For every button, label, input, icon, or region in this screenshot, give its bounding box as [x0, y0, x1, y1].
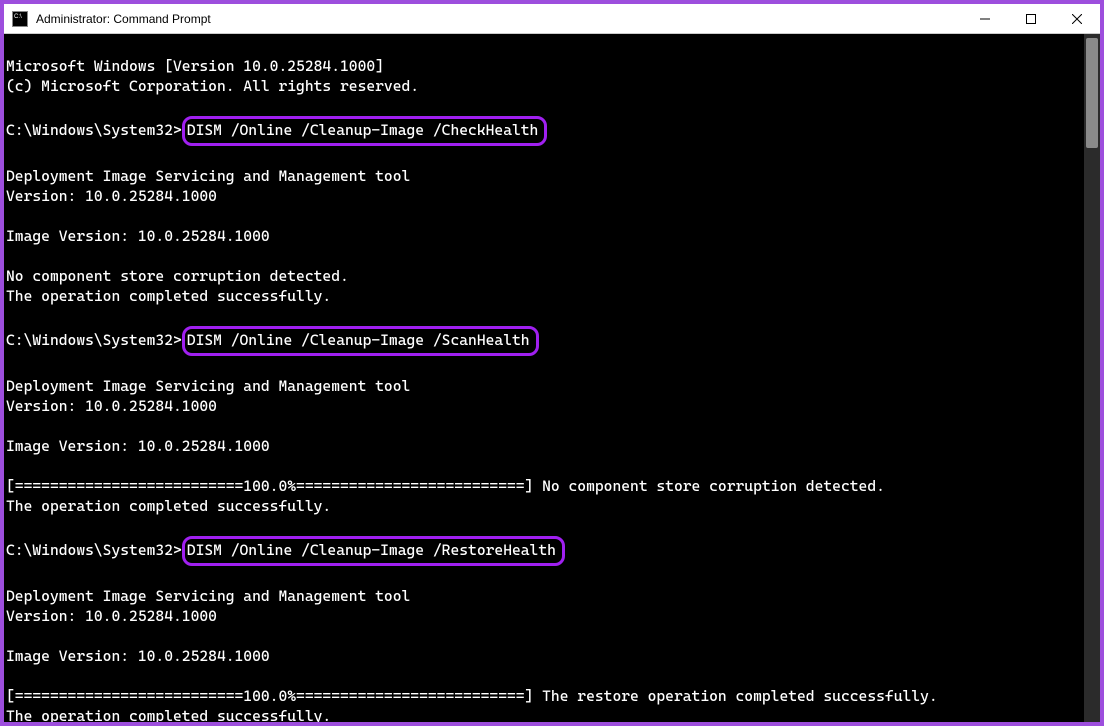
highlight-checkhealth-cmd: DISM /Online /Cleanup-Image /CheckHealth — [182, 116, 548, 146]
vertical-scrollbar[interactable] — [1084, 34, 1100, 722]
restore-progress-line: [==========================100.0%=======… — [6, 687, 938, 705]
scrollbar-thumb[interactable] — [1086, 38, 1098, 148]
cmd-window: Administrator: Command Prompt Microsoft … — [4, 4, 1100, 722]
image-version-line: Image Version: 10.0.25284.1000 — [6, 647, 270, 665]
ms-header-line-2: (c) Microsoft Corporation. All rights re… — [6, 77, 419, 95]
outer-highlight-border: Administrator: Command Prompt Microsoft … — [0, 0, 1104, 726]
scan-progress-line: [==========================100.0%=======… — [6, 477, 885, 495]
dism-version-line: Version: 10.0.25284.1000 — [6, 397, 217, 415]
maximize-button[interactable] — [1008, 4, 1054, 34]
image-version-line: Image Version: 10.0.25284.1000 — [6, 437, 270, 455]
close-button[interactable] — [1054, 4, 1100, 34]
restore-result: The operation completed successfully. — [6, 707, 331, 722]
check-result-2: The operation completed successfully. — [6, 287, 331, 305]
highlight-restorehealth-cmd: DISM /Online /Cleanup-Image /RestoreHeal… — [182, 536, 565, 566]
minimize-icon — [980, 14, 990, 24]
terminal-viewport[interactable]: Microsoft Windows [Version 10.0.25284.10… — [4, 34, 1100, 722]
dism-version-line: Version: 10.0.25284.1000 — [6, 607, 217, 625]
prompt-line-1: C:\Windows\System32>DISM /Online /Cleanu… — [6, 121, 547, 139]
prompt-line-2: C:\Windows\System32>DISM /Online /Cleanu… — [6, 331, 539, 349]
check-result-1: No component store corruption detected. — [6, 267, 349, 285]
titlebar[interactable]: Administrator: Command Prompt — [4, 4, 1100, 34]
dism-tool-line: Deployment Image Servicing and Managemen… — [6, 167, 410, 185]
window-title: Administrator: Command Prompt — [36, 12, 211, 26]
close-icon — [1072, 14, 1082, 24]
image-version-line: Image Version: 10.0.25284.1000 — [6, 227, 270, 245]
cmd-icon — [12, 11, 28, 27]
highlight-scanhealth-cmd: DISM /Online /Cleanup-Image /ScanHealth — [182, 326, 539, 356]
minimize-button[interactable] — [962, 4, 1008, 34]
prompt-prefix: C:\Windows\System32> — [6, 331, 182, 349]
prompt-prefix: C:\Windows\System32> — [6, 541, 182, 559]
dism-tool-line: Deployment Image Servicing and Managemen… — [6, 377, 410, 395]
dism-version-line: Version: 10.0.25284.1000 — [6, 187, 217, 205]
prompt-prefix: C:\Windows\System32> — [6, 121, 182, 139]
prompt-line-3: C:\Windows\System32>DISM /Online /Cleanu… — [6, 541, 565, 559]
scan-result: The operation completed successfully. — [6, 497, 331, 515]
ms-header-line-1: Microsoft Windows [Version 10.0.25284.10… — [6, 57, 384, 75]
maximize-icon — [1026, 14, 1036, 24]
dism-tool-line: Deployment Image Servicing and Managemen… — [6, 587, 410, 605]
